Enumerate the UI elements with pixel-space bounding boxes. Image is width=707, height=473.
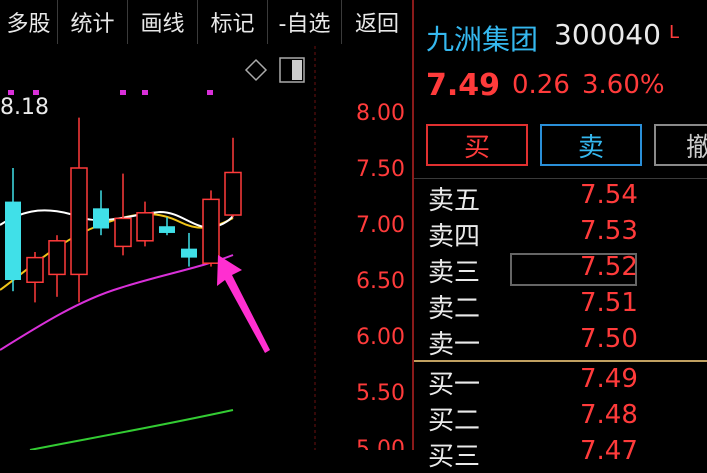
candle-body — [114, 217, 132, 248]
ask-row[interactable]: 卖二 7.51 — [414, 288, 707, 324]
signal-marker — [120, 90, 126, 95]
bid-row[interactable]: 买三 7.47 — [414, 436, 707, 472]
candle-body — [202, 198, 220, 264]
bid-price: 7.48 — [580, 400, 638, 430]
y-tick-label: 7.00 — [356, 213, 405, 238]
ask-price: 7.52 — [580, 252, 638, 282]
bid-label: 买一 — [428, 370, 481, 400]
candle-body — [93, 208, 109, 229]
toolbar-multi-stock-button[interactable]: 多股 — [0, 0, 58, 44]
bid-price: 7.49 — [580, 364, 638, 394]
y-axis-labels: 8.00 7.50 7.00 6.50 6.00 5.50 5.00 — [356, 101, 405, 450]
buy-button[interactable]: 买 — [426, 124, 528, 166]
level-mark: L — [669, 22, 680, 43]
order-book-top-divider — [414, 178, 707, 179]
ask-label: 卖二 — [428, 294, 481, 324]
toolbar-statistics-button[interactable]: 统计 — [58, 0, 128, 44]
signal-marker — [142, 90, 148, 95]
candle-body — [136, 212, 154, 242]
ask-row[interactable]: 卖三 7.52 — [414, 252, 707, 288]
ask-label: 卖五 — [428, 186, 481, 216]
current-price: 7.49 — [426, 68, 501, 103]
signal-marker — [207, 90, 213, 95]
bid-ask-divider — [414, 360, 707, 362]
candle-body — [224, 171, 242, 216]
candle-body — [70, 167, 88, 276]
y-tick-label: 6.50 — [356, 269, 405, 294]
ask-label: 卖一 — [428, 330, 481, 360]
ask-row[interactable]: 卖一 7.50 — [414, 324, 707, 360]
high-price-label: 8.18 — [0, 95, 49, 120]
ask-label: 卖三 — [428, 258, 481, 288]
bid-label: 买三 — [428, 442, 481, 472]
ask-price: 7.50 — [580, 324, 638, 354]
ask-row[interactable]: 卖五 7.54 — [414, 180, 707, 216]
bid-row[interactable]: 买一 7.49 — [414, 364, 707, 400]
candle-body — [48, 240, 66, 276]
cancel-order-button[interactable]: 撤 — [654, 124, 707, 166]
ask-price: 7.51 — [580, 288, 638, 318]
quote-panel: 九洲集团 300040 L 7.49 0.26 3.60% 买 卖 撤 卖五 7.… — [414, 0, 707, 472]
price-change: 0.26 — [512, 70, 570, 100]
y-tick-label: 5.00 — [356, 437, 405, 450]
diamond-icon[interactable] — [244, 58, 268, 82]
toolbar: 多股 统计 画线 标记 -自选 返回 — [0, 0, 412, 46]
y-tick-label: 6.00 — [356, 325, 405, 350]
ask-price: 7.53 — [580, 216, 638, 246]
price-change-percent: 3.60% — [582, 70, 665, 100]
y-tick-label: 7.50 — [356, 157, 405, 182]
panel-toggle-fill — [292, 60, 302, 80]
ask-row[interactable]: 卖四 7.53 — [414, 216, 707, 252]
bid-row[interactable]: 买二 7.48 — [414, 400, 707, 436]
toolbar-back-button[interactable]: 返回 — [342, 0, 412, 44]
sell-button[interactable]: 卖 — [540, 124, 642, 166]
candle-body — [5, 201, 21, 280]
y-tick-label: 5.50 — [356, 381, 405, 406]
stock-name: 九洲集团 — [426, 23, 539, 56]
kline-chart[interactable]: 8.18 8.00 7.50 7.00 6.50 6.00 5.50 5.00 — [0, 46, 412, 450]
stock-code: 300040 — [554, 18, 661, 51]
candle-body — [26, 256, 44, 283]
bid-price: 7.47 — [580, 436, 638, 466]
toolbar-watchlist-button[interactable]: -自选 — [268, 0, 342, 44]
bid-label: 买二 — [428, 406, 481, 436]
candle-body — [159, 226, 175, 233]
toolbar-mark-button[interactable]: 标记 — [198, 0, 268, 44]
y-tick-label: 8.00 — [356, 101, 405, 126]
ask-label: 卖四 — [428, 222, 481, 252]
annotation-arrow — [217, 255, 270, 353]
ma60-line — [29, 409, 234, 450]
candle-body — [181, 248, 197, 258]
view-toggle-icons — [244, 57, 305, 83]
toolbar-draw-line-button[interactable]: 画线 — [128, 0, 198, 44]
ask-price: 7.54 — [580, 180, 638, 210]
